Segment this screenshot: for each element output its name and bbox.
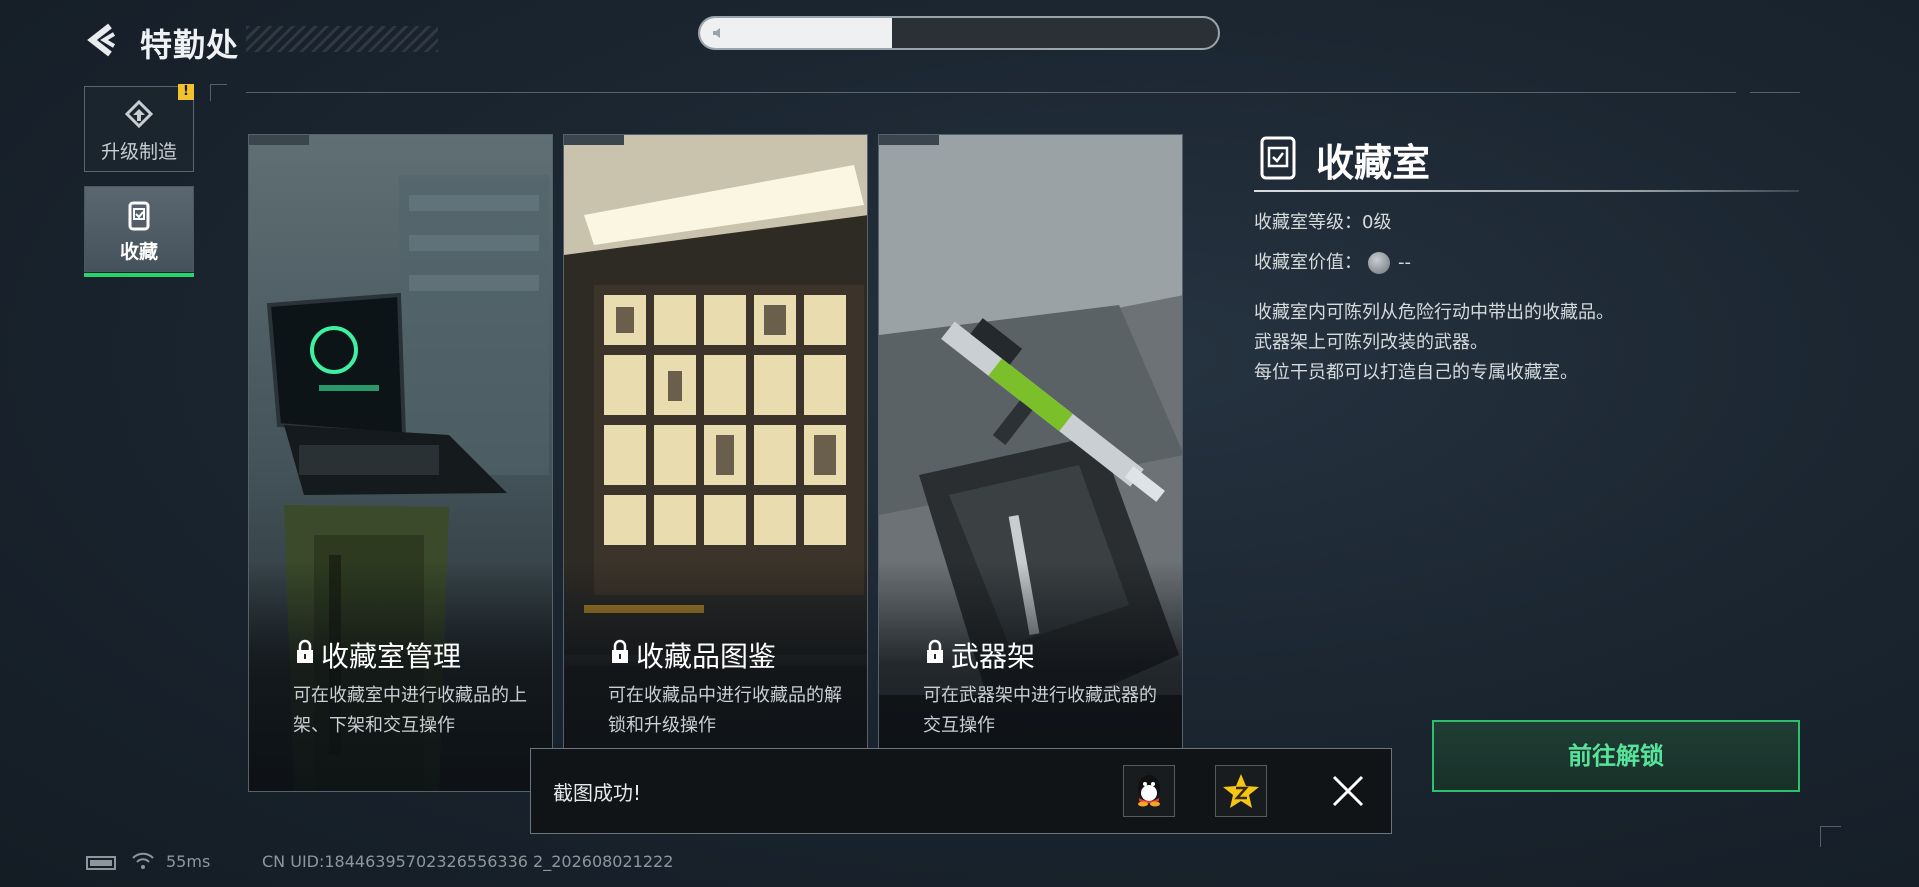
- alert-badge: !: [178, 84, 194, 100]
- card-title: 收藏品图鉴: [636, 640, 777, 673]
- card-desc: 可在收藏品中进行收藏品的解锁和升级操作: [608, 685, 842, 736]
- sidebar-item-label: 升级制造: [100, 141, 177, 163]
- room-level: 收藏室等级：0级: [1254, 212, 1392, 233]
- section-title: 收藏室: [1316, 141, 1431, 185]
- card-tab: [564, 135, 624, 145]
- collection-room-icon: [1260, 136, 1296, 180]
- card-collection-catalog[interactable]: 收藏品图鉴 可在收藏品中进行收藏品的解锁和升级操作: [563, 134, 868, 792]
- room-value-row: 收藏室价值： --: [1254, 248, 1411, 274]
- go-unlock-button[interactable]: 前往解锁: [1432, 720, 1800, 792]
- hud-crosshair: [1820, 826, 1841, 847]
- card-tab: [249, 135, 309, 145]
- qq-icon: [1138, 775, 1160, 807]
- description-line: 每位干员都可以打造自己的专属收藏室。: [1254, 362, 1578, 383]
- description-line: 武器架上可陈列改装的武器。: [1254, 332, 1488, 353]
- progress-fill: [700, 18, 892, 48]
- section-divider: [1254, 190, 1799, 192]
- card-tab: [879, 135, 939, 145]
- top-divider: [246, 92, 1736, 93]
- lock-icon: [612, 639, 628, 663]
- card-title: 武器架: [951, 640, 1036, 673]
- back-arrow-icon[interactable]: [84, 22, 120, 58]
- room-value-label: 收藏室价值：: [1254, 252, 1362, 273]
- room-value: --: [1398, 252, 1411, 273]
- card-desc: 可在武器架中进行收藏武器的交互操作: [923, 685, 1157, 736]
- card-collection-room-management[interactable]: 收藏室管理 可在收藏室中进行收藏品的上架、下架和交互操作: [248, 134, 553, 792]
- lock-icon: [927, 639, 943, 663]
- close-icon[interactable]: [1331, 774, 1365, 808]
- collection-icon: [128, 201, 150, 231]
- share-qq-button[interactable]: [1123, 765, 1175, 817]
- top-divider-right: [1750, 92, 1800, 93]
- screenshot-toast: 截图成功!: [530, 748, 1392, 834]
- upgrade-icon: [124, 99, 154, 129]
- sidebar-item-label: 收藏: [119, 241, 158, 263]
- uid-readout: CN UID:18446395702326556336 2_2026080212…: [262, 852, 674, 871]
- wifi-icon: [132, 852, 154, 869]
- room-description: 收藏室内可陈列从危险行动中带出的收藏品。 武器架上可陈列改装的武器。 每位干员都…: [1254, 298, 1774, 388]
- toast-message: 截图成功!: [553, 781, 642, 805]
- card-title: 收藏室管理: [321, 640, 462, 673]
- battery-icon: [86, 856, 116, 870]
- sidebar-item-collection[interactable]: 收藏: [84, 186, 194, 277]
- speaker-icon: [713, 28, 720, 38]
- lock-icon: [297, 639, 313, 663]
- coin-icon: [1368, 252, 1390, 274]
- title-stripes-decoration: [246, 26, 438, 52]
- hud-bracket: [210, 84, 227, 101]
- ping-readout: 55ms: [166, 852, 211, 871]
- card-shade: [249, 561, 552, 791]
- page-title: 特勤处: [140, 26, 240, 64]
- description-line: 收藏室内可陈列从危险行动中带出的收藏品。: [1254, 302, 1614, 323]
- qzone-icon: [1223, 774, 1259, 808]
- card-desc: 可在收藏室中进行收藏品的上架、下架和交互操作: [293, 685, 527, 736]
- card-weapon-rack[interactable]: 武器架 可在武器架中进行收藏武器的交互操作: [878, 134, 1183, 792]
- share-qzone-button[interactable]: [1215, 765, 1267, 817]
- top-progress-bar: [698, 16, 1220, 50]
